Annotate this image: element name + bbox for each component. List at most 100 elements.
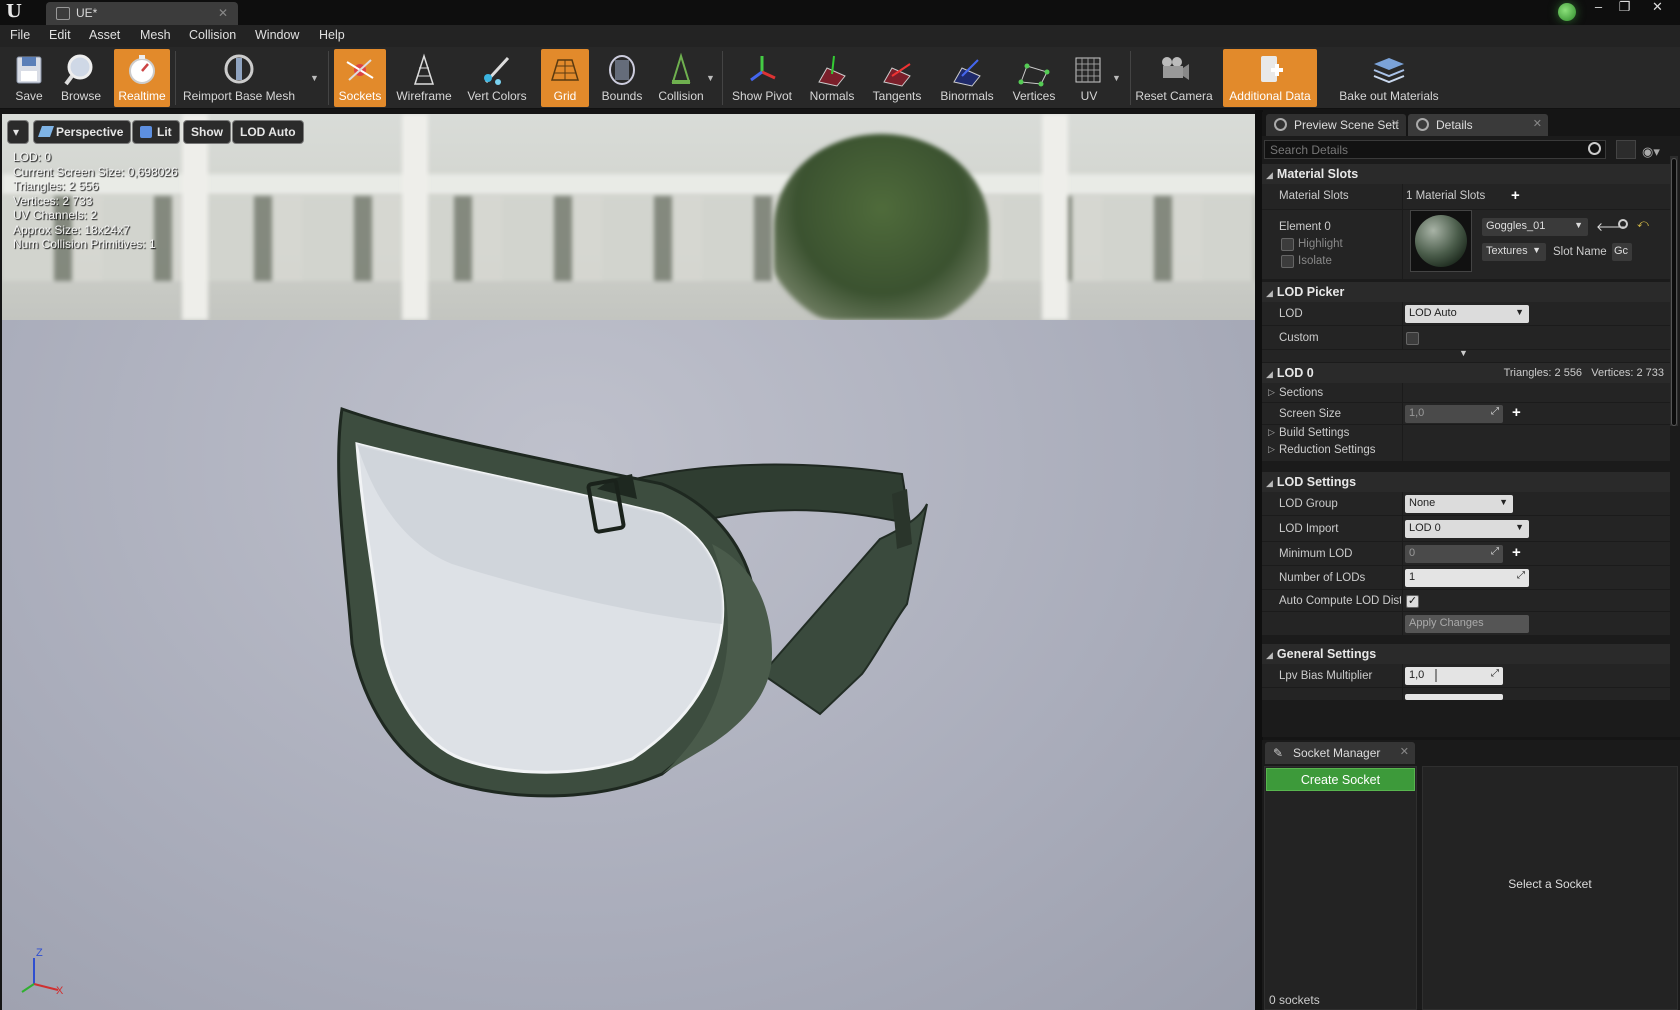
document-tab[interactable]: UE* ✕	[46, 2, 238, 25]
menu-edit[interactable]: Edit	[49, 28, 71, 42]
minimize-button[interactable]: ‒	[1586, 0, 1611, 16]
menu-help[interactable]: Help	[319, 28, 345, 42]
viewport[interactable]: ▾ Perspective Lit Show LOD Auto LOD: 0 C…	[2, 114, 1255, 1010]
column-divider	[1402, 326, 1403, 350]
details-scrollbar[interactable]	[1670, 156, 1678, 426]
reduction-settings-row[interactable]: ▷ Reduction Settings	[1262, 442, 1670, 462]
eye-visibility-icon[interactable]: ◉▾	[1642, 144, 1660, 160]
tab-details[interactable]: Details ✕	[1408, 114, 1548, 136]
show-button[interactable]: Show	[183, 120, 231, 144]
source-control-status-icon[interactable]	[1558, 3, 1576, 21]
view-options-icon[interactable]	[1616, 140, 1636, 159]
tab-socket-manager[interactable]: ✎ Socket Manager ✕	[1265, 742, 1415, 764]
browse-button[interactable]: Browse	[56, 49, 106, 107]
close-tab-icon[interactable]: ✕	[218, 6, 228, 20]
lod-auto-button[interactable]: LOD Auto	[232, 120, 304, 144]
bounds-button[interactable]: Bounds	[596, 49, 648, 107]
screen-size-row: Screen Size 1,0 ⤢ +	[1262, 403, 1670, 425]
lod-import-dropdown[interactable]: LOD 0 ▼	[1405, 520, 1529, 538]
close-tab-icon[interactable]: ✕	[1533, 117, 1542, 130]
tab-preview-scene-label: Preview Scene Sett	[1294, 118, 1399, 132]
lpv-bias-label: Lpv Bias Multiplier	[1279, 670, 1373, 682]
category-material-slots[interactable]: ◢ Material Slots	[1262, 164, 1670, 184]
close-window-button[interactable]: ✕	[1645, 0, 1670, 16]
uv-button[interactable]: UV	[1066, 49, 1112, 107]
grid-button[interactable]: Grid	[541, 49, 589, 107]
lod-label: LOD	[1279, 308, 1303, 320]
add-material-slot-icon[interactable]: +	[1511, 187, 1520, 204]
screen-size-input[interactable]: 1,0 ⤢	[1405, 405, 1503, 423]
reset-to-default-icon[interactable]: ⤺	[1637, 218, 1649, 231]
highlight-checkbox[interactable]	[1281, 238, 1294, 251]
lpv-bias-input[interactable]: 1,0 ⤢	[1405, 667, 1503, 685]
reimport-dropdown-icon[interactable]: ▼	[310, 73, 319, 83]
category-lod-settings[interactable]: ◢ LOD Settings	[1262, 472, 1670, 492]
wireframe-button[interactable]: Wireframe	[390, 49, 458, 107]
goggles-mesh[interactable]	[332, 374, 992, 894]
menu-file[interactable]: File	[10, 28, 30, 42]
viewport-menu-button[interactable]: ▾	[7, 120, 29, 144]
lod-group-dropdown[interactable]: None ▼	[1405, 495, 1513, 513]
reset-camera-button[interactable]: Reset Camera	[1134, 49, 1214, 107]
reimport-base-mesh-button[interactable]: Reimport Base Mesh	[180, 49, 298, 107]
socket-manager-icon: ✎	[1273, 746, 1284, 760]
search-details-input[interactable]: Search Details	[1264, 140, 1606, 159]
category-lod-picker[interactable]: ◢ LOD Picker	[1262, 282, 1670, 302]
textures-dropdown[interactable]: Textures ▼	[1482, 243, 1546, 261]
isolate-checkbox[interactable]	[1281, 255, 1294, 268]
restore-button[interactable]: ❐	[1612, 0, 1637, 16]
tangents-button[interactable]: Tangents	[868, 49, 926, 107]
custom-checkbox[interactable]	[1406, 332, 1419, 345]
save-button[interactable]: Save	[4, 49, 54, 107]
auto-compute-checkbox[interactable]: ✓	[1406, 595, 1419, 608]
next-input[interactable]	[1405, 694, 1503, 700]
material-combo[interactable]: Goggles_01 ▼	[1482, 218, 1588, 236]
menu-collision[interactable]: Collision	[189, 28, 236, 42]
menu-window[interactable]: Window	[255, 28, 299, 42]
add-screen-size-icon[interactable]: +	[1512, 404, 1521, 421]
additional-data-button[interactable]: Additional Data	[1223, 49, 1317, 107]
advanced-expander[interactable]: ▼	[1262, 348, 1670, 362]
vert-colors-button[interactable]: Vert Colors	[462, 49, 532, 107]
static-mesh-icon	[56, 7, 70, 20]
material-thumbnail[interactable]	[1410, 210, 1472, 272]
collision-dropdown-icon[interactable]: ▼	[706, 73, 715, 83]
add-minimum-lod-icon[interactable]: +	[1512, 544, 1521, 561]
slot-name-input[interactable]: Gc	[1612, 243, 1632, 261]
socket-manager-panel: ✎ Socket Manager ✕ 0 sockets Create Sock…	[1262, 740, 1680, 1010]
binormals-button[interactable]: Binormals	[935, 49, 999, 107]
collision-button[interactable]: Collision	[652, 49, 710, 107]
pivot-icon	[750, 56, 776, 82]
show-pivot-button[interactable]: Show Pivot	[728, 49, 796, 107]
number-of-lods-input[interactable]: 1 ⤢	[1405, 569, 1529, 587]
details-panel: Preview Scene Sett ✕ Details ✕ Search De…	[1262, 112, 1680, 737]
uv-dropdown-icon[interactable]: ▼	[1112, 73, 1121, 83]
lit-button[interactable]: Lit	[132, 120, 180, 144]
vertices-button[interactable]: Vertices	[1006, 49, 1062, 107]
category-general-settings[interactable]: ◢ General Settings	[1262, 644, 1670, 664]
preview-settings-icon	[1274, 118, 1287, 131]
normals-button[interactable]: Normals	[806, 49, 858, 107]
scrollbar-thumb[interactable]	[1671, 158, 1677, 426]
socket-list[interactable]: 0 sockets	[1264, 766, 1417, 1010]
realtime-button[interactable]: Realtime	[114, 49, 170, 107]
browse-material-icon[interactable]	[1618, 219, 1628, 229]
column-divider	[1402, 492, 1403, 516]
lod-dropdown[interactable]: LOD Auto ▼	[1405, 305, 1529, 323]
minimum-lod-input[interactable]: 0 ⤢	[1405, 545, 1503, 563]
sockets-button[interactable]: Sockets	[334, 49, 386, 107]
next-row	[1262, 688, 1670, 700]
menu-asset[interactable]: Asset	[89, 28, 120, 42]
build-settings-row[interactable]: ▷ Build Settings	[1262, 425, 1670, 442]
create-socket-button[interactable]: Create Socket	[1266, 768, 1415, 791]
category-lod-0[interactable]: ◢ LOD 0 Triangles: 2 556 Vertices: 2 733	[1262, 363, 1670, 383]
sections-row[interactable]: ▷ Sections	[1262, 383, 1670, 403]
apply-changes-button[interactable]: Apply Changes	[1405, 615, 1529, 633]
socket-count: 0 sockets	[1269, 993, 1320, 1007]
close-tab-icon[interactable]: ✕	[1391, 117, 1400, 130]
close-tab-icon[interactable]: ✕	[1400, 745, 1409, 758]
tab-preview-scene-settings[interactable]: Preview Scene Sett ✕	[1266, 114, 1406, 136]
perspective-button[interactable]: Perspective	[33, 120, 132, 144]
bake-out-materials-button[interactable]: Bake out Materials	[1322, 49, 1456, 107]
menu-mesh[interactable]: Mesh	[140, 28, 171, 42]
